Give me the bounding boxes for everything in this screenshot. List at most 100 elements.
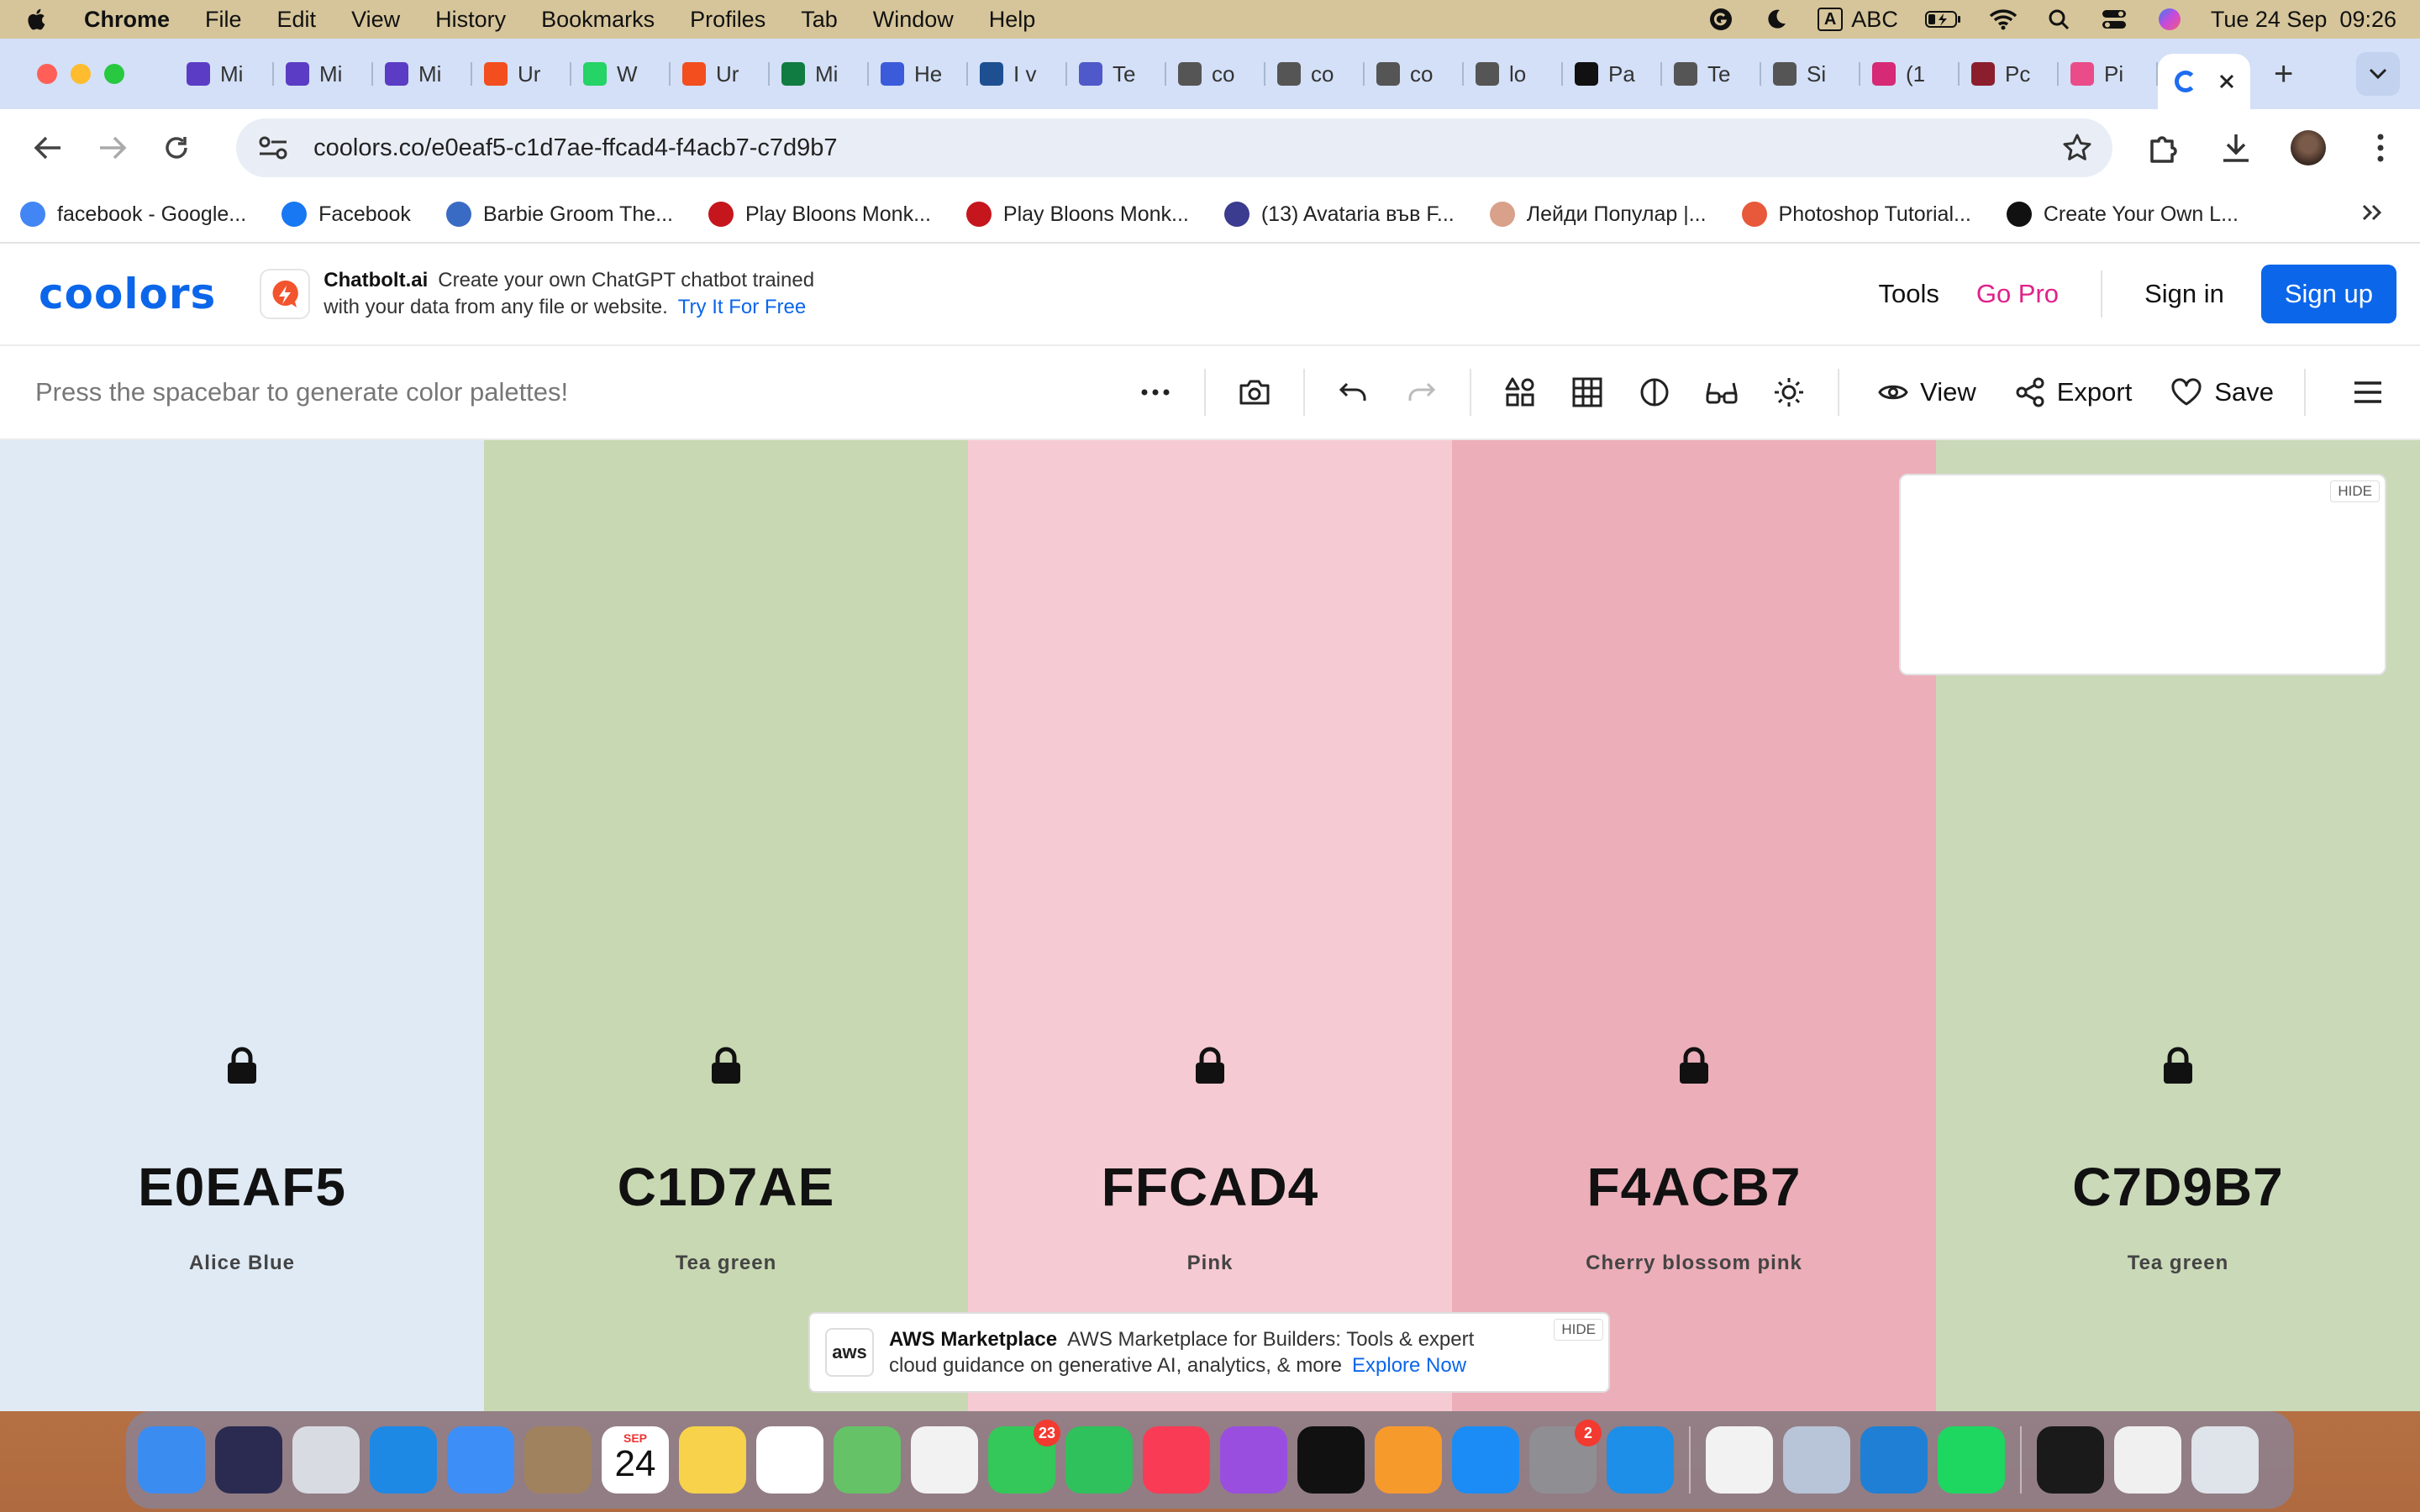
dock-app-reminders-icon[interactable] xyxy=(756,1426,823,1494)
dock-app-tv-icon[interactable] xyxy=(1297,1426,1365,1494)
undo-icon[interactable] xyxy=(1335,374,1372,411)
browser-tab[interactable]: I v xyxy=(968,50,1067,97)
browser-tab[interactable]: Si xyxy=(1761,50,1860,97)
close-window-button[interactable] xyxy=(37,64,57,84)
new-tab-button[interactable]: + xyxy=(2274,55,2293,93)
dock-app-messages-icon[interactable]: 23 xyxy=(988,1420,1060,1494)
menu-bookmarks[interactable]: Bookmarks xyxy=(541,7,655,33)
bookmark-item[interactable]: Barbie Groom The... xyxy=(445,202,673,227)
bookmark-item[interactable]: Play Bloons Monk... xyxy=(965,202,1189,227)
dock-app-system-settings-icon[interactable]: 2 xyxy=(1529,1420,1602,1494)
browser-tab[interactable]: He xyxy=(869,50,968,97)
url-text[interactable]: coolors.co/e0eaf5-c1d7ae-ffcad4-f4acb7-c… xyxy=(313,134,837,162)
dock-app-window-1-icon[interactable] xyxy=(2037,1426,2104,1494)
ad-cta-link[interactable]: Try It For Free xyxy=(678,296,806,318)
dock-app-preview-icon[interactable] xyxy=(1783,1426,1850,1494)
lock-icon[interactable] xyxy=(708,1047,744,1085)
browser-tab[interactable]: Mi xyxy=(770,50,869,97)
export-button[interactable]: Export xyxy=(2015,377,2132,407)
redo-icon[interactable] xyxy=(1402,374,1439,411)
zoom-window-button[interactable] xyxy=(104,64,124,84)
dock-app-contacts-icon[interactable] xyxy=(524,1426,592,1494)
browser-tab[interactable]: Pi xyxy=(2059,50,2158,97)
dock-app-books-icon[interactable] xyxy=(1375,1426,1442,1494)
color-name[interactable]: Alice Blue xyxy=(0,1252,484,1275)
color-name[interactable]: Cherry blossom pink xyxy=(1452,1252,1936,1275)
color-name[interactable]: Tea green xyxy=(1936,1252,2420,1275)
menu-file[interactable]: File xyxy=(205,7,242,33)
color-hex-code[interactable]: C1D7AE xyxy=(484,1156,968,1218)
dock-app-docker-icon[interactable] xyxy=(1607,1426,1674,1494)
browser-tab[interactable]: co xyxy=(1365,50,1464,97)
color-swatch[interactable]: E0EAF5 Alice Blue xyxy=(0,440,484,1411)
dock-app-podcasts-icon[interactable] xyxy=(1220,1426,1287,1494)
sign-up-button[interactable]: Sign up xyxy=(2260,265,2396,323)
minimize-window-button[interactable] xyxy=(71,64,91,84)
more-options-icon[interactable] xyxy=(2363,130,2398,165)
dock-app-window-2-icon[interactable] xyxy=(2114,1426,2181,1494)
bookmark-item[interactable]: Photoshop Tutorial... xyxy=(1741,202,1971,227)
bookmark-item[interactable]: facebook - Google... xyxy=(20,202,246,227)
chatbolt-logo-icon[interactable] xyxy=(260,269,311,319)
dock-app-maps-icon[interactable] xyxy=(834,1426,901,1494)
color-name[interactable]: Tea green xyxy=(484,1252,968,1275)
browser-tab[interactable]: Te xyxy=(1067,50,1166,97)
browser-tab[interactable]: Mi xyxy=(373,50,472,97)
tools-link[interactable]: Tools xyxy=(1878,279,1939,309)
browser-tab[interactable]: Pc xyxy=(1960,50,2059,97)
input-source-menu[interactable]: A ABC xyxy=(1817,7,1898,32)
control-center-icon[interactable] xyxy=(2100,7,2128,32)
color-swatch[interactable]: C1D7AE Tea green xyxy=(484,440,968,1411)
hide-ad-button[interactable]: HIDE xyxy=(2330,480,2380,502)
dock-app-safari-icon[interactable] xyxy=(370,1426,437,1494)
color-swatch[interactable]: F4ACB7 Cherry blossom pink xyxy=(1452,440,1936,1411)
dock-app-finder-icon[interactable] xyxy=(138,1426,205,1494)
dock-app-vs-code-icon[interactable] xyxy=(1860,1426,1928,1494)
menu-view[interactable]: View xyxy=(351,7,400,33)
browser-tab[interactable]: W xyxy=(571,50,671,97)
color-hex-code[interactable]: FFCAD4 xyxy=(968,1156,1452,1218)
color-hex-code[interactable]: E0EAF5 xyxy=(0,1156,484,1218)
grid-icon[interactable] xyxy=(1569,374,1606,411)
color-swatch[interactable]: FFCAD4 Pink xyxy=(968,440,1452,1411)
forward-button[interactable] xyxy=(86,121,138,175)
bookmark-item[interactable]: Create Your Own L... xyxy=(2006,202,2238,227)
bookmark-item[interactable]: Facebook xyxy=(281,202,411,227)
menu-edit[interactable]: Edit xyxy=(277,7,317,33)
browser-tab[interactable]: (1 xyxy=(1860,50,1960,97)
battery-charging-icon[interactable] xyxy=(1924,7,1962,32)
color-hex-code[interactable]: C7D9B7 xyxy=(1936,1156,2420,1218)
spotlight-search-icon[interactable] xyxy=(2044,7,2073,32)
apple-icon[interactable] xyxy=(24,5,50,34)
bookmark-item[interactable]: (13) Avataria във F... xyxy=(1223,202,1455,227)
sidebar-ad-box[interactable]: HIDE xyxy=(1899,474,2386,675)
contrast-icon[interactable] xyxy=(1636,374,1673,411)
camera-icon[interactable] xyxy=(1236,374,1273,411)
dock-app-facetime-icon[interactable] xyxy=(1065,1426,1133,1494)
browser-tab[interactable]: Mi xyxy=(274,50,373,97)
back-button[interactable] xyxy=(22,121,74,175)
site-settings-icon[interactable] xyxy=(256,135,290,160)
dock-app-chrome-icon[interactable] xyxy=(1706,1426,1773,1494)
address-bar[interactable]: coolors.co/e0eaf5-c1d7ae-ffcad4-f4acb7-c… xyxy=(236,118,2113,177)
menu-window[interactable]: Window xyxy=(873,7,954,33)
more-bookmarks-icon[interactable] xyxy=(2361,200,2383,228)
lock-icon[interactable] xyxy=(1676,1047,1712,1085)
save-button[interactable]: Save xyxy=(2170,377,2274,407)
dock-app-spotify-icon[interactable] xyxy=(1938,1426,2005,1494)
view-button[interactable]: View xyxy=(1878,377,1976,407)
more-options-horizontal-icon[interactable] xyxy=(1137,374,1174,411)
dock-app-notes-icon[interactable] xyxy=(679,1426,746,1494)
tab-active-coolors[interactable] xyxy=(2158,54,2250,109)
dock-app-music-icon[interactable] xyxy=(1143,1426,1210,1494)
menu-history[interactable]: History xyxy=(435,7,506,33)
sign-in-link[interactable]: Sign in xyxy=(2144,279,2224,309)
profile-avatar[interactable] xyxy=(2291,130,2327,165)
menu-help[interactable]: Help xyxy=(989,7,1036,33)
extensions-icon[interactable] xyxy=(2146,130,2181,165)
dock-app-launchpad-icon[interactable] xyxy=(292,1426,360,1494)
browser-tab[interactable]: co xyxy=(1166,50,1265,97)
browser-tab[interactable]: co xyxy=(1265,50,1365,97)
color-hex-code[interactable]: F4ACB7 xyxy=(1452,1156,1936,1218)
brightness-icon[interactable] xyxy=(1770,374,1807,411)
